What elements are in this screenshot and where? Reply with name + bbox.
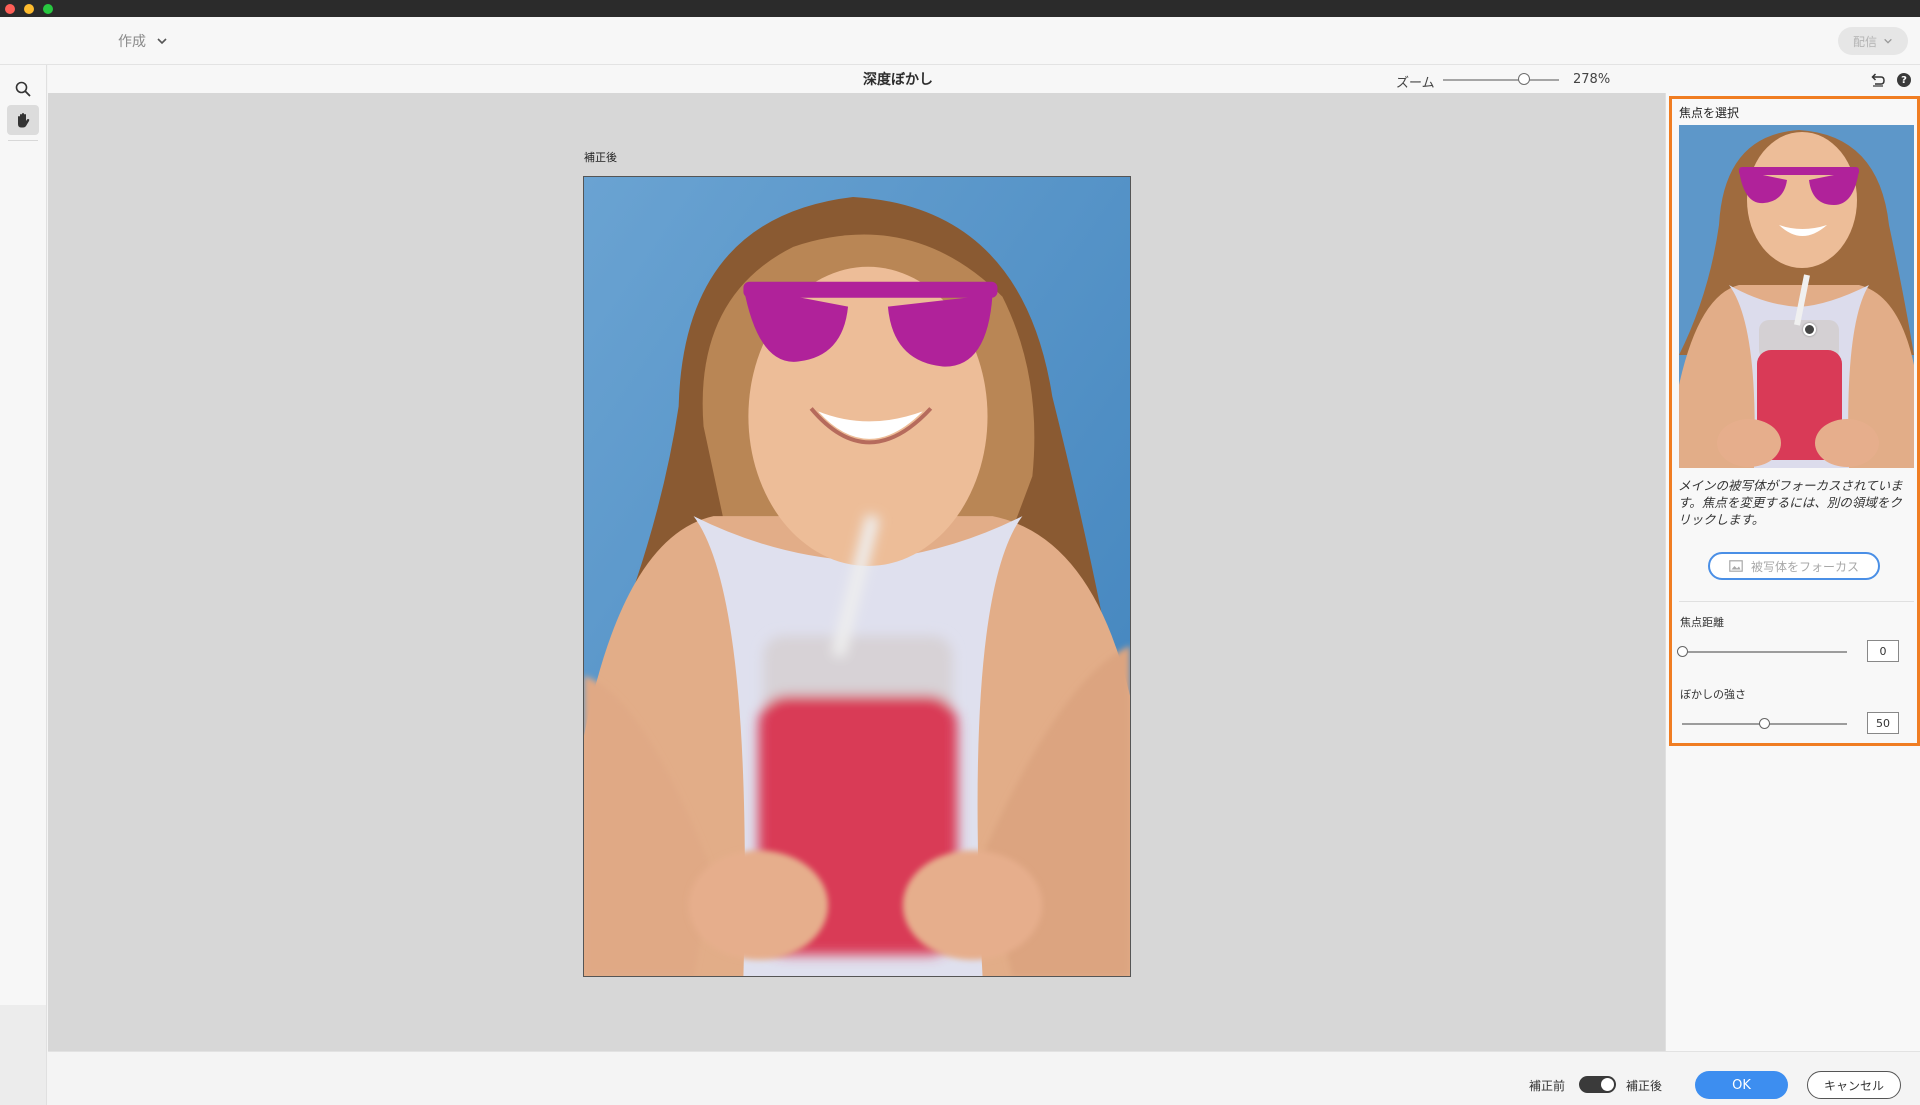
right-panel: 焦点を選択 メインの被写体がフォーカスされています。焦点を変更するには、別の領域… xyxy=(1665,93,1920,1051)
after-label: 補正後 xyxy=(1626,1079,1663,1093)
chevron-down-icon xyxy=(157,38,167,45)
focus-subject-label: 被写体をフォーカス xyxy=(1750,559,1859,574)
app-bar: 作成 配信 xyxy=(0,17,1920,65)
blur-strength-slider-thumb[interactable] xyxy=(1759,718,1770,729)
focus-description: メインの被写体がフォーカスされています。焦点を変更するには、別の領域をクリックし… xyxy=(1678,478,1903,527)
toggle-knob xyxy=(1601,1078,1614,1091)
photo-preview[interactable] xyxy=(583,176,1131,977)
left-toolbar xyxy=(0,65,47,1105)
chevron-down-icon xyxy=(1884,38,1892,44)
image-canvas: 補正後 xyxy=(48,93,1665,1051)
focus-point-marker[interactable] xyxy=(1803,323,1816,336)
panel-divider xyxy=(1679,601,1914,602)
maximize-window-button[interactable] xyxy=(43,4,53,14)
share-button[interactable]: 配信 xyxy=(1838,27,1908,55)
magnifier-icon xyxy=(15,81,31,97)
create-menu-label: 作成 xyxy=(118,34,146,50)
zoom-label: ズーム xyxy=(1396,76,1435,91)
focal-distance-slider-thumb[interactable] xyxy=(1676,646,1688,657)
reset-icon[interactable] xyxy=(1870,72,1886,88)
window-titlebar xyxy=(0,0,1920,17)
minimize-window-button[interactable] xyxy=(24,4,34,14)
image-icon xyxy=(1729,560,1743,572)
share-button-label: 配信 xyxy=(1852,34,1877,49)
hand-tool[interactable] xyxy=(7,105,39,135)
focus-thumbnail[interactable] xyxy=(1679,125,1914,468)
focus-subject-button[interactable]: 被写体をフォーカス xyxy=(1708,552,1880,580)
help-icon[interactable]: ? xyxy=(1897,73,1911,87)
toolbar-footer xyxy=(0,1005,46,1105)
focal-distance-label: 焦点距離 xyxy=(1680,616,1724,629)
panel-header: 深度ぼかし ズーム 278% ? xyxy=(48,65,1920,93)
blur-strength-input[interactable]: 50 xyxy=(1867,712,1899,734)
zoom-tool[interactable] xyxy=(7,74,39,104)
bottom-bar: 補正前 補正後 OK キャンセル xyxy=(48,1051,1920,1105)
close-window-button[interactable] xyxy=(5,4,15,14)
view-label: 補正後 xyxy=(584,151,617,164)
zoom-slider[interactable] xyxy=(1443,79,1559,81)
blur-strength-label: ぼかしの強さ xyxy=(1680,688,1746,701)
create-menu[interactable]: 作成 xyxy=(118,30,168,52)
photo-illustration xyxy=(584,177,1130,976)
focal-distance-input[interactable]: 0 xyxy=(1867,640,1899,662)
ok-button[interactable]: OK xyxy=(1695,1071,1788,1099)
focal-distance-slider[interactable] xyxy=(1682,651,1847,653)
toolbar-divider xyxy=(8,140,38,141)
before-label: 補正前 xyxy=(1529,1079,1566,1093)
hand-icon xyxy=(18,113,30,128)
thumbnail-illustration xyxy=(1679,125,1914,468)
section-title: 焦点を選択 xyxy=(1679,106,1740,120)
cancel-button[interactable]: キャンセル xyxy=(1807,1071,1901,1099)
zoom-value: 278% xyxy=(1573,72,1611,87)
before-after-toggle[interactable] xyxy=(1579,1076,1616,1093)
